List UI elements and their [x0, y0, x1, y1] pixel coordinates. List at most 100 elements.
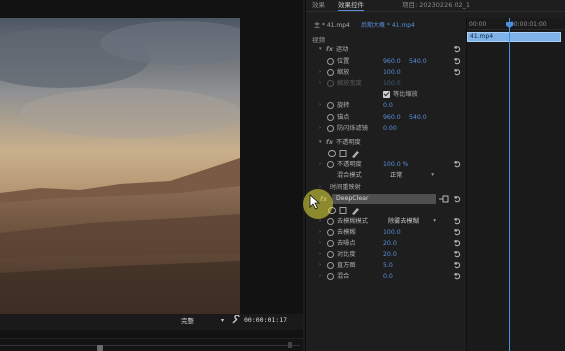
position-y[interactable]: 540.0	[409, 56, 427, 67]
tab-effects[interactable]: 效果	[312, 1, 325, 10]
stopwatch-icon[interactable]	[327, 229, 334, 236]
stopwatch-icon[interactable]	[327, 251, 334, 258]
param-value[interactable]: 0.0	[383, 271, 393, 282]
deepclear-header[interactable]: DeepClear	[332, 194, 436, 204]
mask-shape-tools[interactable]	[327, 205, 367, 216]
expand-arrow-icon[interactable]: ›	[319, 249, 321, 260]
program-monitor: 完整 ▾ 00:00:01:17	[0, 0, 303, 351]
prop-rotation: › 旋转 0.0	[306, 100, 461, 111]
source-clip[interactable]: 后期大概 * 41.mp4	[361, 20, 415, 29]
scale-value[interactable]: 100.0	[383, 67, 401, 78]
fx-icon[interactable]: fx	[326, 137, 333, 148]
reset-icon[interactable]	[453, 250, 461, 258]
position-x[interactable]: 960.0	[383, 56, 401, 67]
prop-position: 位置 960.0 540.0	[306, 56, 461, 67]
expand-arrow-icon[interactable]: ›	[319, 123, 321, 134]
stopwatch-icon[interactable]	[327, 240, 334, 247]
video-frame	[0, 18, 240, 314]
stopwatch-icon[interactable]	[327, 273, 334, 280]
tab-effect-controls[interactable]: 效果控件	[338, 1, 364, 11]
param-value[interactable]: 20.0	[383, 238, 397, 249]
timecode-duration: 00:00:01:17	[244, 316, 288, 324]
expand-arrow-icon[interactable]: ›	[319, 271, 321, 282]
prop-label: 旋转	[337, 102, 350, 109]
anchor-y[interactable]: 540.0	[409, 112, 427, 123]
stopwatch-icon[interactable]	[327, 102, 334, 109]
expand-arrow-icon[interactable]: ›	[319, 78, 321, 89]
expand-arrow-icon[interactable]: ›	[319, 227, 321, 238]
opacity-value[interactable]: 100.0 %	[383, 159, 409, 170]
ruler-mark: 00:00:01:00	[510, 21, 547, 28]
expand-arrow-icon[interactable]: ›	[319, 100, 321, 111]
antiflicker-value[interactable]: 0.00	[383, 123, 397, 134]
expand-arrow-icon[interactable]: ›	[319, 67, 321, 78]
prop-deepclear-param: › 对比度 20.0	[306, 249, 461, 260]
expand-arrow-icon[interactable]: ▾	[319, 44, 322, 55]
expand-arrow-icon[interactable]: ›	[319, 238, 321, 249]
source-main[interactable]: 主 * 41.mp4	[314, 20, 350, 29]
param-value[interactable]: 100.0	[383, 227, 401, 238]
chevron-down-icon: ▾	[433, 218, 436, 224]
reset-icon[interactable]	[453, 272, 461, 280]
reset-icon[interactable]	[453, 160, 461, 168]
fx-icon[interactable]: fx	[326, 44, 333, 55]
stopwatch-icon[interactable]	[327, 69, 334, 76]
chevron-down-icon: ▾	[220, 317, 224, 324]
prop-deepclear-param: › 直方图 5.0	[306, 260, 461, 271]
reset-icon[interactable]	[453, 68, 461, 76]
expand-arrow-icon[interactable]: ›	[319, 260, 321, 271]
prop-label: 混合模式	[337, 172, 362, 179]
landscape-image	[0, 18, 240, 314]
scrub-handle[interactable]	[97, 345, 103, 351]
scrub-track	[0, 345, 300, 346]
effect-opacity[interactable]: ▾ fx 不透明度	[306, 137, 461, 148]
reset-icon[interactable]	[453, 261, 461, 269]
reset-icon[interactable]	[453, 57, 461, 65]
stopwatch-icon[interactable]	[327, 218, 334, 225]
mouse-cursor-icon	[309, 194, 321, 210]
prop-deblur-mode: › 去模糊模式 除雾去模糊 ▾	[306, 216, 461, 227]
prop-label: 位置	[337, 58, 350, 65]
param-value[interactable]: 20.0	[383, 249, 397, 260]
stopwatch-icon[interactable]	[327, 161, 334, 168]
effect-time-remap[interactable]: › 时间重映射	[306, 182, 461, 193]
effect-timeline[interactable]: 00:00 00:00:01:00 41.mp4	[466, 18, 565, 351]
anchor-x[interactable]: 960.0	[383, 112, 401, 123]
playhead[interactable]	[509, 18, 510, 351]
blend-mode-dropdown[interactable]: 正常 ▾	[390, 171, 434, 180]
stopwatch-icon[interactable]	[327, 58, 334, 65]
effect-settings-icon[interactable]	[439, 195, 449, 203]
timeline-ruler[interactable]: 00:00 00:00:01:00	[467, 18, 565, 30]
mask-shape-tools[interactable]	[327, 148, 367, 159]
timeline-clip[interactable]: 41.mp4	[467, 32, 561, 42]
reset-icon[interactable]	[453, 195, 461, 203]
stopwatch-icon[interactable]	[327, 262, 334, 269]
reset-icon[interactable]	[453, 239, 461, 247]
deblur-mode-dropdown[interactable]: 除雾去模糊 ▾	[388, 217, 436, 226]
param-value[interactable]: 5.0	[383, 260, 393, 271]
prop-blend-mode: 混合模式 正常 ▾	[306, 170, 461, 181]
rotation-value[interactable]: 0.0	[383, 100, 393, 111]
source-selector[interactable]: 主 * 41.mp4 后期大概 * 41.mp4	[306, 18, 461, 30]
prop-label: 不透明度	[337, 161, 362, 168]
stopwatch-icon[interactable]	[327, 125, 334, 132]
prop-deepclear-param: › 去噪点 20.0	[306, 238, 461, 249]
effect-motion[interactable]: ▾ fx 运动	[306, 44, 461, 55]
uniform-scale-checkbox[interactable]	[383, 91, 390, 98]
tab-project[interactable]: 项目: 20230226 02_1	[402, 1, 470, 10]
fit-value: 完整	[181, 317, 194, 325]
expand-arrow-icon[interactable]: ›	[319, 159, 321, 170]
prop-label: 去模糊	[337, 229, 356, 236]
monitor-scrubber[interactable]	[0, 338, 303, 351]
scrub-end-marker	[288, 342, 292, 348]
reset-icon[interactable]	[453, 228, 461, 236]
reset-icon[interactable]	[453, 45, 461, 53]
stopwatch-icon[interactable]	[327, 114, 334, 121]
reset-icon[interactable]	[453, 217, 461, 225]
section-video: 视频	[312, 36, 325, 44]
expand-arrow-icon[interactable]: ▾	[319, 137, 322, 148]
fit-dropdown[interactable]: 完整 ▾	[178, 316, 226, 326]
prop-uniform-scale: 等比缩放	[306, 89, 461, 100]
uniform-scale-label: 等比缩放	[393, 91, 418, 98]
wrench-icon[interactable]	[231, 315, 241, 325]
